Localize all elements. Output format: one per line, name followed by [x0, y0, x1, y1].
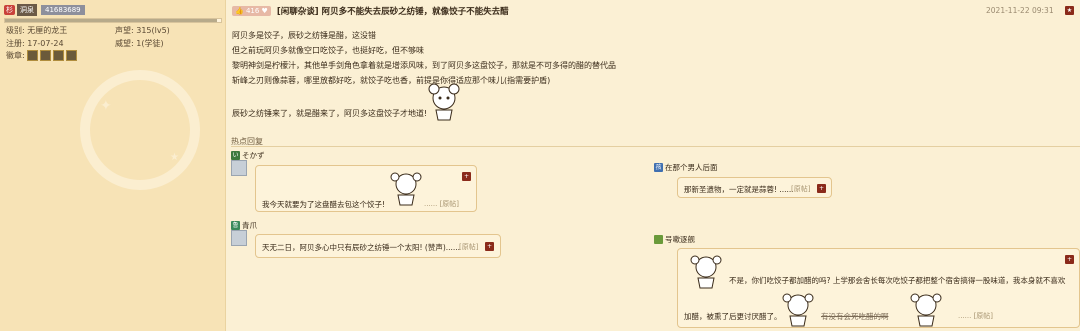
- rank-label: 级别: 无厘的龙王: [6, 26, 68, 35]
- reply-author[interactable]: 孩 在那个男人后面: [654, 162, 718, 173]
- panel-decoration-icon: ✦ ★: [80, 70, 200, 190]
- reply-author-name: 号嗽逐舰: [665, 235, 695, 244]
- expand-icon[interactable]: +: [1065, 255, 1074, 264]
- reply-text: 那新圣遗物，一定就是蒜蓉! ......: [684, 185, 794, 194]
- level-badge: 杉: [4, 5, 15, 15]
- reply-text: 天无二日，阿贝多心中只有辰砂之纺锤一个太阳! (赞声)......: [262, 243, 461, 252]
- user-badge-icon: 鲁: [231, 221, 240, 230]
- post-line: 阿贝多是饺子，辰砂之纺锤是醋，这没错: [232, 31, 376, 40]
- reply-text: 我今天就要为了这盘醋去包这个饺子!: [262, 200, 386, 209]
- username[interactable]: 洞泉: [17, 4, 37, 16]
- expand-icon[interactable]: +: [485, 242, 494, 251]
- medals-label: 徽章:: [6, 51, 25, 60]
- reply-author[interactable]: 号嗽逐舰: [654, 234, 695, 245]
- star-icon[interactable]: ★: [1065, 6, 1074, 15]
- user-header: 杉 洞泉 41683689: [4, 4, 85, 16]
- medal-icon[interactable]: [39, 50, 51, 61]
- register-label: 注册: 17-07-24: [6, 39, 64, 48]
- sticker-icon: [390, 172, 422, 206]
- source-link[interactable]: [原帖]: [459, 242, 478, 252]
- sticker-icon: [690, 255, 722, 289]
- sticker-icon: [910, 293, 942, 327]
- reply-bubble: 我今天就要为了这盘醋去包这个饺子! ...... [原帖] +: [255, 165, 477, 212]
- source-link[interactable]: ...... [原帖]: [958, 311, 993, 321]
- user-panel: 杉 洞泉 41683689 级别: 无厘的龙王 声望: 315(lv5) 注册:…: [0, 0, 226, 331]
- strikethrough-text: 有没有会死吃醋的啊: [821, 312, 889, 321]
- user-badge-icon: 孩: [654, 163, 663, 172]
- post-line: 辰砂之纺锤来了，就是醋来了，阿贝多这盘饺子才地道!: [232, 109, 428, 118]
- user-badge-icon: [654, 235, 663, 244]
- user-badge-icon: いち: [231, 151, 240, 168]
- user-id: 41683689: [41, 5, 85, 15]
- reputation-label: 声望: 315(lv5): [115, 26, 170, 35]
- svg-text:★: ★: [170, 152, 179, 163]
- divider: [231, 146, 1080, 147]
- post-line: 但之前玩阿贝多就像空口吃饺子，也挺好吃，但不够味: [232, 46, 424, 55]
- source-link[interactable]: [原帖]: [791, 184, 810, 194]
- reply-bubble: 那新圣遗物，一定就是蒜蓉! ...... [原帖] +: [677, 177, 832, 198]
- post-timestamp: 2021-11-22 09:31: [986, 6, 1054, 15]
- post-line: 斩峰之刃则像蒜蓉，哪里放都好吃，就饺子吃也香，前提是你得适应那个味儿(指需要护盾…: [232, 76, 551, 85]
- reply-bubble: 天无二日，阿贝多心中只有辰砂之纺锤一个太阳! (赞声)...... [原帖] +: [255, 234, 501, 258]
- prestige-label: 威望: 1(学徒): [115, 39, 164, 48]
- source-link[interactable]: ...... [原帖]: [424, 199, 459, 209]
- reply-bubble: 不是，你们吃饺子都加醋的吗? 上学那会舍长每次吃饺子都把整个宿舍搞得一股味道，我…: [677, 248, 1080, 328]
- like-button[interactable]: 👍 416 ♥: [232, 6, 271, 16]
- reply-author-name: 在那个男人后面: [665, 163, 718, 172]
- post-title: [闲聊杂谈] 阿贝多不能失去辰砂之纺锤，就像饺子不能失去醋: [276, 7, 509, 17]
- medal-icon[interactable]: [26, 50, 38, 61]
- expand-icon[interactable]: +: [462, 172, 471, 181]
- exp-bar-fill: [5, 19, 217, 22]
- like-count: 416: [245, 7, 260, 15]
- avatar[interactable]: [231, 160, 247, 176]
- svg-text:✦: ✦: [100, 98, 112, 114]
- avatar[interactable]: [231, 230, 247, 246]
- exp-bar: [4, 18, 222, 23]
- post-line: 黎明神剑是柠檬汁，其他单手剑角色拿着就是增添风味，到了阿贝多这盘饺子，那就是不可…: [232, 61, 616, 70]
- sticker-icon: [428, 83, 460, 121]
- post-header: 👍 416 ♥ [闲聊杂谈] 阿贝多不能失去辰砂之纺锤，就像饺子不能失去醋: [232, 5, 509, 17]
- expand-icon[interactable]: +: [817, 184, 826, 193]
- reply-text: 不是，你们吃饺子都加醋的吗? 上学那会舍长每次吃饺子都把整个宿舍搞得一股味道，我…: [729, 276, 1066, 285]
- sticker-icon: [782, 293, 814, 327]
- reply-text: 加醋，被熏了后更讨厌醋了。: [684, 312, 782, 321]
